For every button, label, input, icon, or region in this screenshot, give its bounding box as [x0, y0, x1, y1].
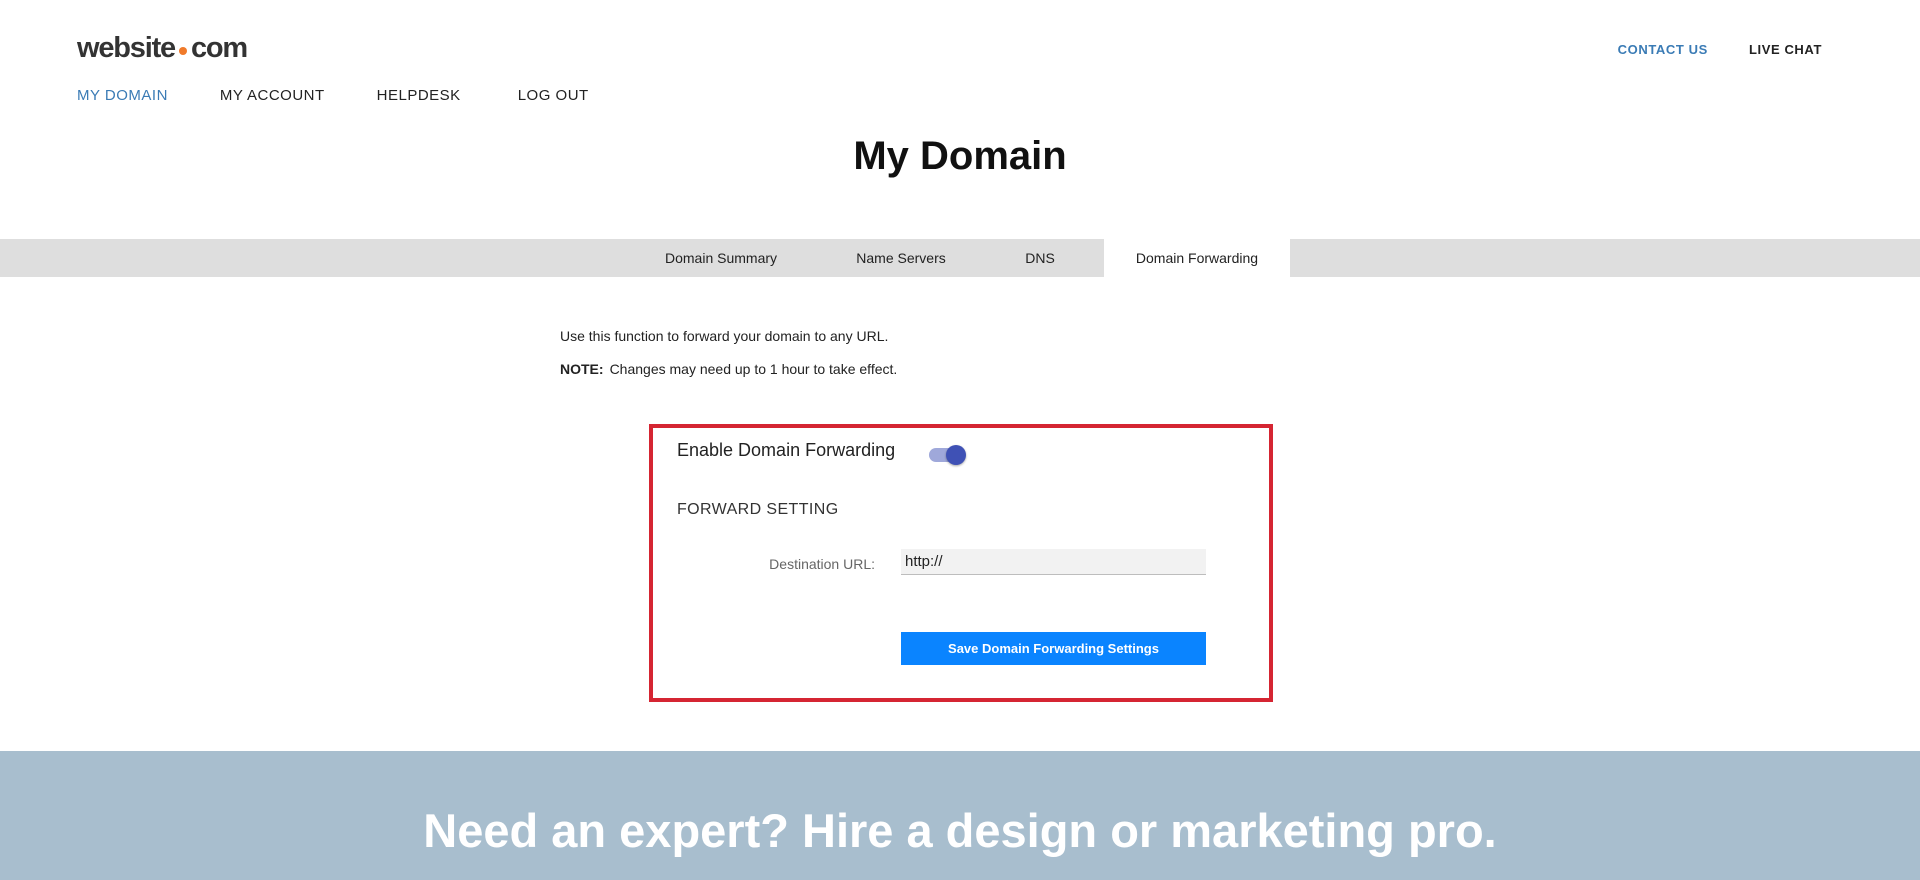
domain-forwarding-panel: Enable Domain Forwarding FORWARD SETTING…	[649, 424, 1273, 702]
note-text: Changes may need up to 1 hour to take ef…	[609, 361, 898, 377]
intro-note: NOTE: Changes may need up to 1 hour to ta…	[560, 361, 897, 377]
site-logo[interactable]: website com	[77, 32, 248, 64]
utility-links: CONTACT US LIVE CHAT	[1618, 42, 1822, 57]
contact-us-link[interactable]: CONTACT US	[1618, 42, 1708, 57]
footer-headline: Need an expert? Hire a design or marketi…	[423, 804, 1497, 857]
note-label: NOTE:	[560, 361, 604, 377]
tab-bar: Domain Summary Name Servers DNS Domain F…	[0, 239, 1920, 277]
nav-log-out[interactable]: LOG OUT	[518, 87, 589, 104]
logo-text-website: website	[77, 32, 176, 64]
save-forwarding-button[interactable]: Save Domain Forwarding Settings	[901, 632, 1206, 665]
nav-my-account[interactable]: MY ACCOUNT	[220, 87, 325, 104]
tab-domain-summary[interactable]: Domain Summary	[651, 239, 791, 277]
destination-url-input[interactable]	[901, 549, 1206, 575]
enable-forwarding-toggle[interactable]	[929, 443, 967, 465]
tab-name-servers[interactable]: Name Servers	[841, 239, 961, 277]
live-chat-link[interactable]: LIVE CHAT	[1749, 42, 1822, 57]
forward-setting-heading: FORWARD SETTING	[677, 501, 839, 518]
nav-helpdesk[interactable]: HELPDESK	[377, 87, 461, 104]
nav-my-domain[interactable]: MY DOMAIN	[77, 87, 168, 104]
intro-text: Use this function to forward your domain…	[560, 328, 897, 394]
footer-banner: Need an expert? Hire a design or marketi…	[0, 751, 1920, 880]
destination-url-label: Destination URL:	[769, 556, 875, 572]
enable-forwarding-label: Enable Domain Forwarding	[677, 440, 896, 460]
page-title: My Domain	[853, 134, 1067, 178]
logo-dot-icon	[178, 46, 187, 55]
toggle-knob	[946, 445, 966, 465]
logo-text-com: com	[190, 32, 248, 64]
tab-domain-forwarding[interactable]: Domain Forwarding	[1104, 239, 1290, 277]
tab-dns[interactable]: DNS	[1005, 239, 1075, 277]
main-nav: MY DOMAIN MY ACCOUNT HELPDESK LOG OUT	[77, 87, 641, 104]
intro-description: Use this function to forward your domain…	[560, 328, 889, 344]
